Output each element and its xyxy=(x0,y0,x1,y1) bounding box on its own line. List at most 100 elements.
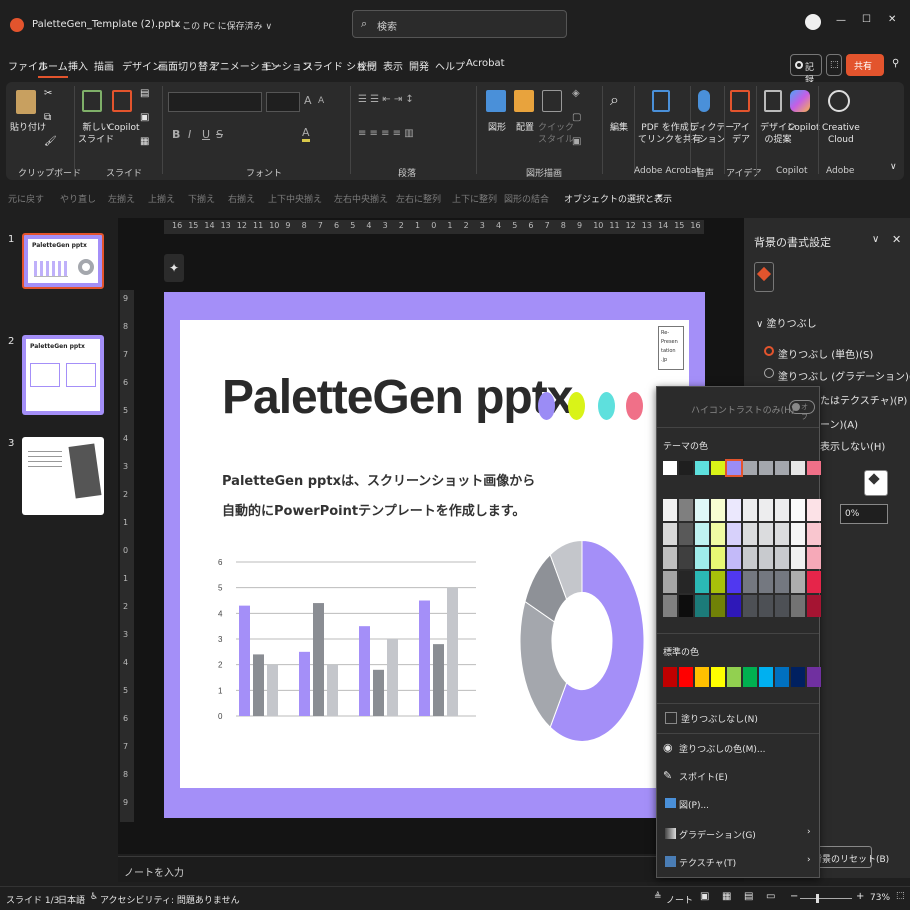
new-slide-icon[interactable] xyxy=(82,90,102,112)
shape-outline-icon[interactable]: ▢ xyxy=(572,112,581,123)
font-family-select[interactable] xyxy=(168,92,262,112)
theme-shade-swatch[interactable] xyxy=(759,499,773,521)
strikethrough-button[interactable]: S xyxy=(216,128,223,141)
gradient-option[interactable]: グラデーション(G) › xyxy=(657,823,819,845)
pin-icon[interactable]: ⚲ xyxy=(892,58,899,69)
user-avatar[interactable] xyxy=(805,14,821,30)
arrange-icon[interactable] xyxy=(514,90,534,112)
slide-counter[interactable]: スライド 1/3 xyxy=(6,893,59,906)
radio-pattern-label[interactable]: ーン)(A) xyxy=(820,416,858,431)
save-status[interactable]: • この PC に保存済み ∨ xyxy=(174,19,272,32)
bar-chart[interactable]: 0 1 2 3 4 5 6 xyxy=(210,554,490,730)
close-button[interactable]: ✕ xyxy=(888,14,896,25)
color-picker-button[interactable] xyxy=(864,470,888,496)
align-center-button[interactable]: 左右中央揃え xyxy=(334,192,388,205)
no-fill-option[interactable]: 塗りつぶしなし(N) xyxy=(657,707,819,729)
theme-shade-swatch[interactable] xyxy=(695,499,709,521)
zoom-in-icon[interactable]: + xyxy=(856,891,864,902)
theme-shade-swatch[interactable] xyxy=(807,523,821,545)
theme-color-swatch[interactable] xyxy=(807,461,821,475)
theme-shade-swatch[interactable] xyxy=(727,547,741,569)
theme-shade-swatch[interactable] xyxy=(711,595,725,617)
theme-shade-swatch[interactable] xyxy=(791,571,805,593)
align-bottom-button[interactable]: 下揃え xyxy=(188,192,215,205)
align-top-button[interactable]: 上揃え xyxy=(148,192,175,205)
theme-shade-swatch[interactable] xyxy=(727,595,741,617)
customize-qat-icon[interactable]: ⏷ xyxy=(656,192,663,202)
copy-icon[interactable]: ⧉ xyxy=(44,112,51,123)
share-button[interactable]: 共有 xyxy=(846,54,884,76)
theme-shade-swatch[interactable] xyxy=(695,547,709,569)
theme-shade-swatch[interactable] xyxy=(663,571,677,593)
tab-review[interactable]: 校閲 xyxy=(357,58,377,73)
standard-color-swatch[interactable] xyxy=(743,667,757,687)
theme-shade-swatch[interactable] xyxy=(679,523,693,545)
theme-shade-swatch[interactable] xyxy=(727,571,741,593)
slide-description-line-2[interactable]: 自動的にPowerPointテンプレートを作成します。 xyxy=(222,500,525,519)
distribute-vertical-button[interactable]: 上下に整列 xyxy=(452,192,497,205)
bold-button[interactable]: B xyxy=(172,128,180,141)
record-button[interactable]: 記録 xyxy=(790,54,822,86)
font-size-select[interactable] xyxy=(266,92,300,112)
font-shrink-button[interactable]: A xyxy=(318,96,324,106)
paste-button-label[interactable]: 貼り付け xyxy=(10,122,46,134)
theme-shade-swatch[interactable] xyxy=(791,547,805,569)
bar[interactable] xyxy=(359,626,370,716)
dictate-label[interactable]: ディクテー ション xyxy=(690,122,734,146)
theme-shade-swatch[interactable] xyxy=(727,523,741,545)
collapse-ribbon-icon[interactable]: ∨ xyxy=(890,162,897,172)
bar[interactable] xyxy=(447,587,458,716)
font-color-icon[interactable]: A xyxy=(302,126,310,142)
font-grow-button[interactable]: A xyxy=(304,94,312,107)
redo-button[interactable]: やり直し xyxy=(60,192,96,205)
merge-shapes-button[interactable]: 図形の結合 xyxy=(504,192,549,205)
bar[interactable] xyxy=(373,669,384,716)
shapes-label[interactable]: 図形 xyxy=(488,122,506,134)
standard-color-swatch[interactable] xyxy=(679,667,693,687)
find-icon[interactable]: ⌕ xyxy=(610,90,619,110)
theme-shade-swatch[interactable] xyxy=(759,595,773,617)
tab-insert[interactable]: 挿入 xyxy=(68,58,88,73)
shape-fill-icon[interactable]: ◈ xyxy=(572,88,580,99)
ideas-label[interactable]: アイ デア xyxy=(732,122,750,146)
shape-effects-icon[interactable]: ▣ xyxy=(572,136,581,147)
thumbnail-slide-3[interactable] xyxy=(22,437,104,515)
slide-description-line-1[interactable]: PaletteGen pptxは、スクリーンショット画像から xyxy=(222,470,535,489)
standard-color-swatch[interactable] xyxy=(711,667,725,687)
creative-cloud-label[interactable]: Creative Cloud xyxy=(822,122,860,146)
accessibility-status[interactable]: アクセシビリティ: 問題ありません xyxy=(100,893,240,906)
theme-shade-swatch[interactable] xyxy=(679,571,693,593)
theme-shade-swatch[interactable] xyxy=(743,499,757,521)
theme-shade-swatch[interactable] xyxy=(663,547,677,569)
theme-shade-swatch[interactable] xyxy=(759,571,773,593)
bar[interactable] xyxy=(313,603,324,716)
edit-label[interactable]: 編集 xyxy=(610,122,628,134)
theme-shade-swatch[interactable] xyxy=(679,547,693,569)
theme-shade-swatch[interactable] xyxy=(807,547,821,569)
bar[interactable] xyxy=(299,651,310,716)
tab-view[interactable]: 表示 xyxy=(383,58,403,73)
theme-shade-swatch[interactable] xyxy=(711,523,725,545)
zoom-slider-thumb[interactable] xyxy=(816,894,819,903)
slide-canvas[interactable]: PaletteGen pptx PaletteGen pptxは、スクリーンショ… xyxy=(164,292,705,818)
normal-view-icon[interactable]: ▣ xyxy=(700,891,709,902)
reading-view-icon[interactable]: ▤ xyxy=(744,891,753,902)
theme-color-swatch[interactable] xyxy=(695,461,709,475)
theme-shade-swatch[interactable] xyxy=(663,595,677,617)
theme-shade-swatch[interactable] xyxy=(743,595,757,617)
quick-style-label[interactable]: クイック スタイル xyxy=(538,122,574,146)
theme-shade-swatch[interactable] xyxy=(711,571,725,593)
thumbnail-slide-2[interactable]: PaletteGen pptx xyxy=(22,335,104,415)
theme-color-swatch[interactable] xyxy=(775,461,789,475)
bar[interactable] xyxy=(327,664,338,716)
copilot-slide-icon[interactable] xyxy=(112,90,132,112)
align-right-button[interactable]: 右揃え xyxy=(228,192,255,205)
theme-shade-swatch[interactable] xyxy=(791,499,805,521)
theme-shade-swatch[interactable] xyxy=(743,547,757,569)
design-proposal-icon[interactable] xyxy=(764,90,782,112)
theme-shade-swatch[interactable] xyxy=(679,595,693,617)
theme-color-swatch[interactable] xyxy=(711,461,725,475)
theme-shade-swatch[interactable] xyxy=(775,523,789,545)
theme-shade-swatch[interactable] xyxy=(695,523,709,545)
theme-shade-swatch[interactable] xyxy=(663,523,677,545)
